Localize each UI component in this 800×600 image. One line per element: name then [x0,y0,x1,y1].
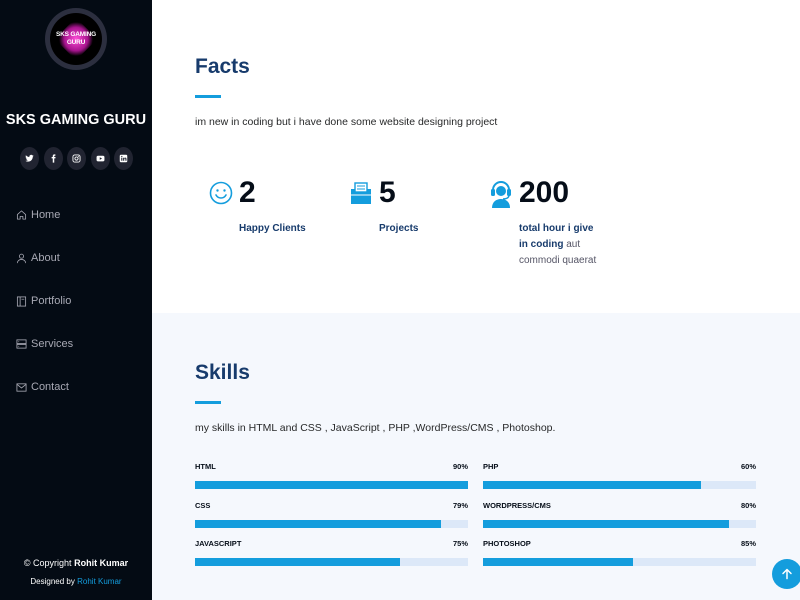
skill-percent: 80% [740,501,756,510]
skills-description: my skills in HTML and CSS , JavaScript ,… [195,422,556,434]
skills-title-underline [195,401,221,404]
skill-percent: 60% [740,462,756,471]
skill-progress-bar [483,558,634,566]
twitter-icon [25,154,34,162]
skill-javascript: JAVASCRIPT 75% [195,539,468,566]
avatar: SKS GAMING GURU [45,8,107,70]
counter-label: total hour i give in coding aut commodi … [519,221,599,269]
skill-progress-bar [195,481,468,489]
facebook-icon [51,154,56,163]
envelope-icon [16,380,27,394]
skill-progress-bar [195,558,400,566]
skill-progress-track [483,558,756,566]
journal-icon [349,176,373,210]
youtube-icon [96,155,104,162]
skill-html: HTML 90% [195,462,468,489]
skill-name: PHOTOSHOP [483,539,531,548]
profile-image: SKS GAMING GURU [50,13,102,65]
skill-name: CSS [195,501,211,510]
nav-item-contact[interactable]: Contact [16,377,73,397]
facts-section: Facts im new in coding but i have done s… [152,0,800,313]
skill-progress-bar [483,481,702,489]
avatar-logo-text: SKS GAMING GURU [56,31,96,47]
youtube-link[interactable] [90,147,110,170]
server-icon [16,337,27,351]
counter-label-text: Projects [379,223,419,234]
smile-icon [209,176,233,210]
skill-progress-track [195,481,468,489]
main-content: Facts im new in coding but i have done s… [152,0,800,600]
skill-progress-track [483,481,756,489]
skill-name: JAVASCRIPT [195,539,242,548]
skill-name: PHP [483,462,499,471]
social-links [20,147,133,170]
skill-photoshop: PHOTOSHOP 85% [483,539,756,566]
nav-item-services[interactable]: Services [16,334,73,354]
counter-value: 200 [519,176,570,209]
skills-title: Skills [195,361,250,384]
facebook-link[interactable] [43,147,63,170]
skills-section: Skills my skills in HTML and CSS , JavaS… [152,313,800,600]
facts-title: Facts [195,55,250,78]
linkedin-icon [119,154,128,163]
nav-label-home: Home [31,209,61,221]
skill-percent: 90% [452,462,468,471]
skill-name: HTML [195,462,216,471]
skill-progress-track [483,520,756,528]
designer-link[interactable]: Rohit Kumar [77,577,121,586]
footer-copyright: © Copyright Rohit Kumar [0,558,152,568]
designed-prefix: Designed by [30,577,75,586]
counter-label: Happy Clients [239,221,319,237]
skill-percent: 79% [452,501,468,510]
nav-label-services: Services [31,338,74,350]
footer-credits: Designed by Rohit Kumar [0,577,152,586]
home-icon [16,208,27,222]
nav-item-home[interactable]: Home [16,205,73,225]
counter-label-text: Happy Clients [239,223,306,234]
brand-name[interactable]: SKS GAMING GURU [0,112,152,128]
skill-css: CSS 79% [195,501,468,528]
sidebar: SKS GAMING GURU SKS GAMING GURU Home Abo… [0,0,152,600]
nav-item-about[interactable]: About [16,248,73,268]
nav-label-portfolio: Portfolio [31,295,72,307]
counter-value: 2 [239,176,256,209]
skill-progress-bar [195,520,441,528]
linkedin-link[interactable] [114,147,133,170]
instagram-link[interactable] [67,147,86,170]
instagram-icon [72,154,81,163]
skill-percent: 85% [740,539,756,548]
avatar-text-line2: GURU [66,39,86,46]
skill-name: WORDPRESS/CMS [483,501,551,510]
skill-php: PHP 60% [483,462,756,489]
counter-label-text: total hour i give in coding [519,223,594,250]
book-icon [16,294,27,308]
facts-title-underline [195,95,221,98]
back-to-top-button[interactable] [772,559,800,589]
nav-label-about: About [31,252,60,264]
skill-progress-track [195,520,468,528]
arrow-up-icon [782,568,792,580]
skill-progress-bar [483,520,729,528]
nav-item-portfolio[interactable]: Portfolio [16,291,73,311]
headset-icon [489,176,513,210]
twitter-link[interactable] [20,147,39,170]
skill-progress-track [195,558,468,566]
facts-description: im new in coding but i have done some we… [195,116,498,128]
skill-percent: 75% [452,539,468,548]
skill-wordpress: WORDPRESS/CMS 80% [483,501,756,528]
user-icon [16,251,27,265]
counter-label: Projects [379,221,459,237]
copyright-prefix: © Copyright [23,558,72,568]
copyright-name: Rohit Kumar [74,558,129,568]
counter-value: 5 [379,176,396,209]
nav-menu: Home About Portfolio Services Contact [16,205,73,420]
avatar-text-line1: SKS GAMING [56,31,96,38]
nav-label-contact: Contact [31,381,69,393]
